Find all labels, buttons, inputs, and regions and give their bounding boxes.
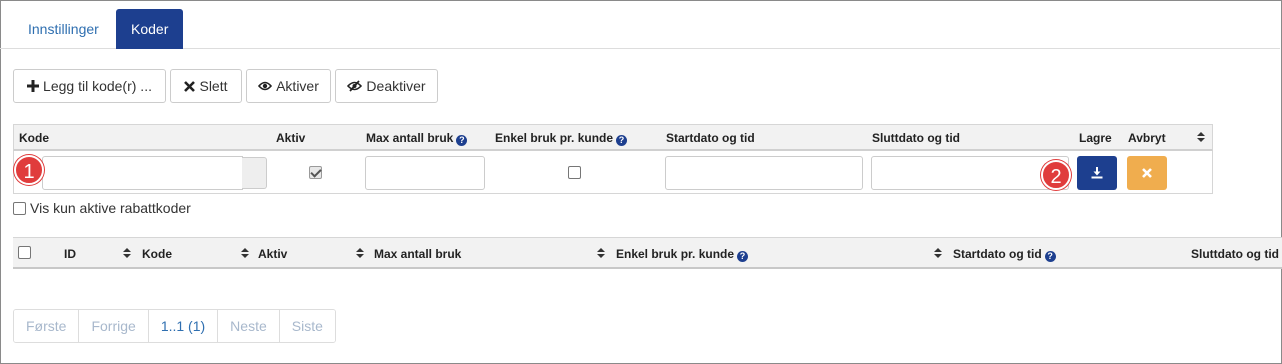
step-badge-2: 2 [1041,160,1071,190]
select-all-checkbox[interactable] [18,246,31,259]
max-use-input[interactable] [365,156,485,190]
code-input-addon[interactable] [242,157,267,189]
activate-label: Aktiver [276,78,319,94]
delete-label: Slett [199,78,228,94]
activate-button[interactable]: Aktiver [246,69,331,103]
sort-icon[interactable] [356,248,364,260]
header-start: Startdato og tid [666,131,755,145]
header-cancel: Avbryt [1128,131,1166,145]
end-datetime-input[interactable] [871,156,1069,190]
pagination: Første Forrige 1..1 (1) Neste Siste [13,309,336,343]
help-icon[interactable]: ? [616,135,628,146]
download-icon [1091,167,1103,179]
col-id[interactable]: ID [64,247,76,261]
edit-table-header: Kode Aktiv Max antall bruk? Enkel bruk p… [13,124,1213,151]
eye-slash-icon [347,80,363,92]
sort-icon[interactable] [934,248,942,260]
cancel-button[interactable] [1127,156,1167,190]
add-code-label: Legg til kode(r) ... [43,78,152,94]
help-icon[interactable]: ? [737,251,749,262]
tab-bar: Innstillinger Koder [0,0,1280,49]
list-table-header: ID Kode Aktiv Max antall bruk Enkel bruk… [13,237,1282,269]
close-icon [1142,168,1152,178]
page-last[interactable]: Siste [279,310,335,342]
only-active-filter[interactable]: Vis kun aktive rabattkoder [13,200,191,216]
col-start[interactable]: Startdato og tid? [953,247,1056,262]
header-single-use: Enkel bruk pr. kunde? [495,131,628,146]
sort-icon[interactable] [1197,132,1205,144]
help-icon[interactable]: ? [456,135,468,146]
header-active: Aktiv [276,131,306,145]
active-checkbox[interactable] [309,166,322,179]
header-end: Sluttdato og tid [872,131,960,145]
col-active[interactable]: Aktiv [258,247,287,261]
help-icon[interactable]: ? [1044,251,1056,262]
header-max-use: Max antall bruk? [366,131,468,146]
page-next[interactable]: Neste [218,310,280,342]
delete-button[interactable]: Slett [170,69,242,103]
page-current[interactable]: 1..1 (1) [148,310,219,342]
col-code[interactable]: Kode [142,247,172,261]
only-active-checkbox[interactable] [13,201,26,215]
page-prev[interactable]: Forrige [79,310,149,342]
tab-innstillinger[interactable]: Innstillinger [14,9,113,49]
close-icon [184,80,196,92]
step-badge-1: 1 [14,155,44,185]
add-code-button[interactable]: Legg til kode(r) ... [13,69,166,103]
sort-icon[interactable] [123,248,131,260]
deactivate-label: Deaktiver [366,78,426,94]
single-use-checkbox[interactable] [568,166,581,179]
sort-icon[interactable] [241,248,249,260]
code-input[interactable] [42,156,243,190]
tab-koder[interactable]: Koder [116,9,184,49]
deactivate-button[interactable]: Deaktiver [335,69,438,103]
save-button[interactable] [1077,156,1117,190]
start-datetime-input[interactable] [665,156,863,190]
col-single-use[interactable]: Enkel bruk pr. kunde? [616,247,749,262]
header-save: Lagre [1079,131,1112,145]
col-max-use[interactable]: Max antall bruk [374,247,461,261]
header-code: Kode [19,131,49,145]
sort-icon[interactable] [597,248,605,260]
page-first[interactable]: Første [14,310,80,342]
col-end[interactable]: Sluttdato og tid [1191,247,1279,261]
eye-icon [258,81,273,91]
plus-icon [27,80,40,92]
only-active-label: Vis kun aktive rabattkoder [30,200,191,216]
